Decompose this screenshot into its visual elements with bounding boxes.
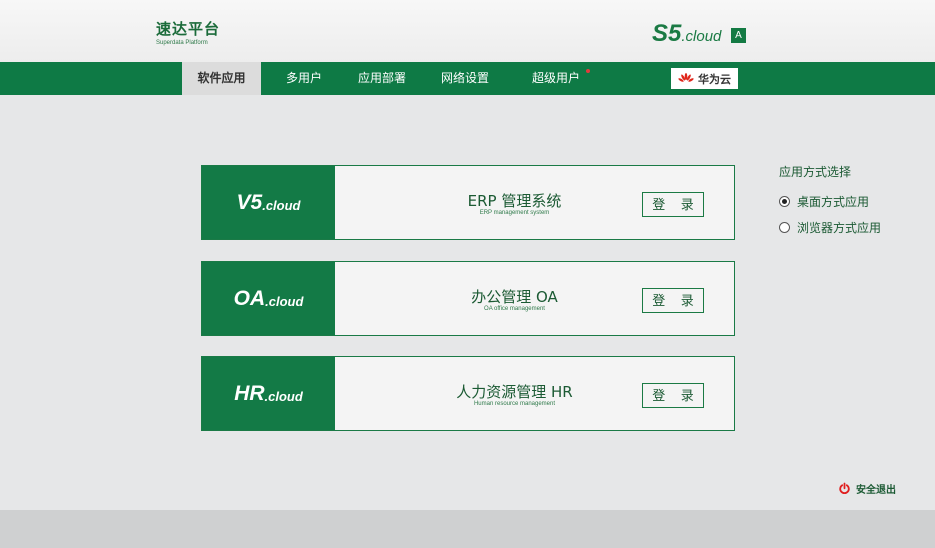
app-logo-hr: HR .cloud [202, 357, 335, 430]
product-logo: S5.cloud [652, 20, 721, 48]
app-logo-suffix: .cloud [262, 197, 301, 213]
nav-item-multi-user[interactable]: 多用户 [278, 62, 330, 95]
brand-subtitle: Superdata Platform [156, 40, 208, 46]
app-logo-main: HR [234, 381, 265, 405]
login-button-oa[interactable]: 登 录 [642, 288, 704, 313]
app-card-oa: OA .cloud 办公管理 OA OA office management 登 … [201, 261, 735, 336]
huawei-cloud-label: 华为云 [698, 72, 731, 86]
huawei-icon [678, 72, 694, 82]
brand: 速达平台 Superdata Platform [156, 20, 220, 47]
brand-title: 速达平台 [156, 20, 221, 38]
app-mode-title: 应用方式选择 [779, 165, 852, 179]
app-mode-selector: 应用方式选择 桌面方式应用 浏览器方式应用 [779, 163, 881, 240]
app-card-erp: V5 .cloud ERP 管理系统 ERP management system … [201, 165, 735, 240]
app-mode-option-label: 浏览器方式应用 [797, 220, 882, 235]
header: 速达平台 Superdata Platform S5.cloud A [0, 0, 935, 62]
login-button-hr[interactable]: 登 录 [642, 383, 704, 408]
product-logo-main: S5 [652, 20, 682, 47]
app-mode-option-browser[interactable]: 浏览器方式应用 [779, 214, 881, 240]
nav-item-network-settings[interactable]: 网络设置 [435, 62, 495, 95]
nav-item-super-user-label: 超级用户 [531, 71, 580, 85]
app-logo-suffix: .cloud [265, 293, 304, 309]
login-button-erp[interactable]: 登 录 [642, 192, 704, 217]
app-logo-oa: OA .cloud [202, 262, 335, 335]
product-logo-suffix: .cloud [681, 28, 722, 45]
main-nav: 软件应用 多用户 应用部署 网络设置 超级用户 [0, 62, 935, 95]
app-card-hr: HR .cloud 人力资源管理 HR Human resource manage… [201, 356, 735, 431]
logout-label: 安全退出 [856, 485, 896, 496]
radio-desktop[interactable] [779, 195, 790, 207]
logout-button[interactable]: 安全退出 [838, 481, 896, 496]
power-icon [839, 482, 850, 494]
nav-item-app-deploy[interactable]: 应用部署 [352, 62, 412, 95]
app-mode-option-label: 桌面方式应用 [797, 194, 870, 209]
footer-bar [0, 510, 935, 548]
app-mode-option-desktop[interactable]: 桌面方式应用 [779, 188, 881, 214]
app-logo-main: OA [233, 286, 266, 310]
app-logo-main: V5 [236, 190, 263, 214]
app-logo-suffix: .cloud [264, 388, 303, 404]
radio-browser[interactable] [779, 221, 790, 233]
app-logo-erp: V5 .cloud [202, 166, 335, 239]
huawei-cloud-button[interactable]: 华为云 [671, 68, 738, 89]
nav-item-software-apps[interactable]: 软件应用 [182, 62, 261, 95]
user-badge[interactable]: A [731, 28, 746, 43]
nav-item-super-user[interactable]: 超级用户 [527, 62, 590, 95]
notification-dot [586, 69, 590, 73]
